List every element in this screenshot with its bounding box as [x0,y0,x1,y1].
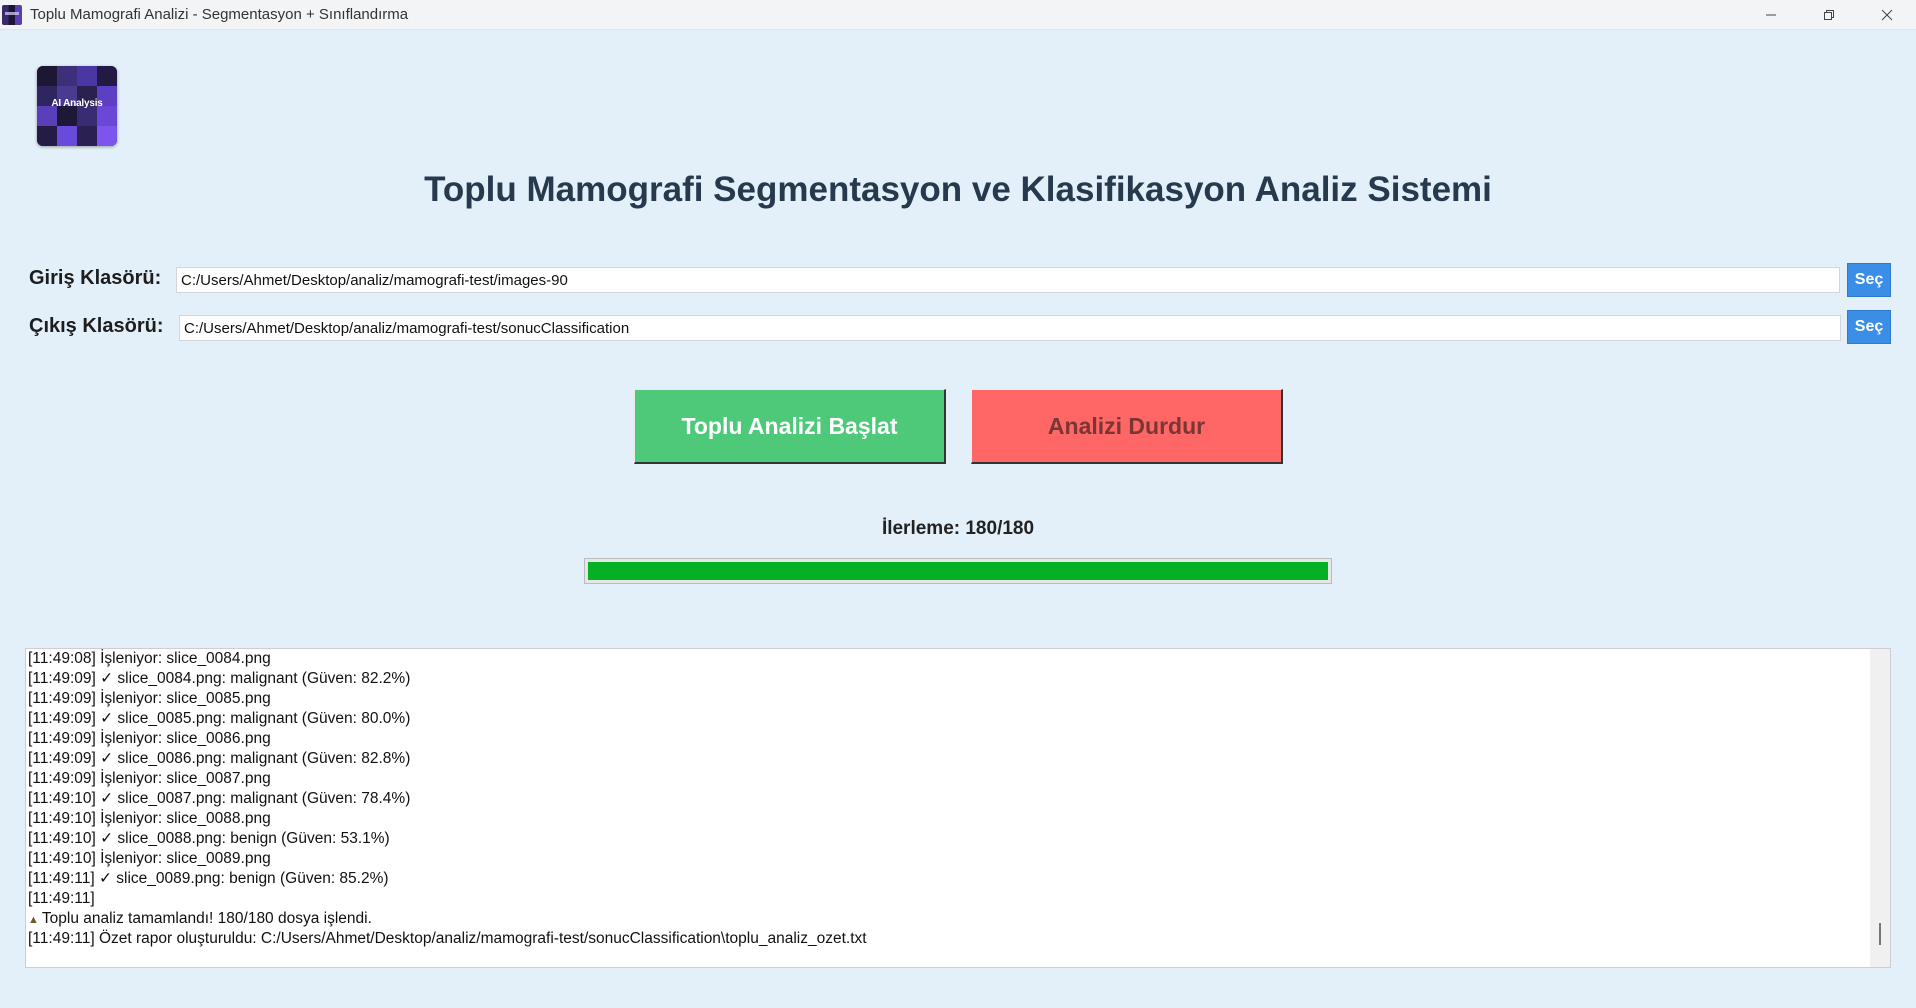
log-line: [11:49:09] ✓ slice_0085.png: malignant (… [28,710,411,727]
log-line: [11:49:11] Özet rapor oluşturuldu: C:/Us… [28,930,867,947]
log-line: [11:49:09] ✓ slice_0086.png: malignant (… [28,750,411,767]
window-title: Toplu Mamografi Analizi - Segmentasyon +… [30,6,409,23]
stop-analysis-button[interactable]: Analizi Durdur [971,389,1283,464]
log-scrollbar[interactable] [1870,649,1890,967]
log-line: ▲ Toplu analiz tamamlandı! 180/180 dosya … [28,910,372,927]
app-icon [2,4,22,25]
output-folder-label: Çıkış Klasörü: [29,315,164,337]
celebration-icon: ▲ [28,914,39,926]
minimize-icon[interactable] [1742,0,1800,29]
input-folder-label: Giriş Klasörü: [29,267,162,289]
log-line: [11:49:09] İşleniyor: slice_0085.png [28,690,271,707]
log-line: [11:49:10] ✓ slice_0087.png: malignant (… [28,790,411,807]
progress-label: İlerleme: 180/180 [881,518,1035,539]
input-folder-field[interactable] [176,267,1840,293]
progress-bar [584,558,1332,584]
progress-bar-fill [588,562,1328,580]
log-lines: [11:49:08] İşleniyor: slice_0084.png [11:… [28,649,867,949]
logo-text: AI Analysis [51,98,103,109]
close-icon[interactable] [1858,0,1916,29]
window-controls [1742,0,1916,29]
log-line: [11:49:10] ✓ slice_0088.png: benign (Güv… [28,830,390,847]
input-folder-select-button[interactable]: Seç [1847,263,1891,297]
app-logo: AI Analysis [37,66,117,146]
log-line: [11:49:11] ✓ slice_0089.png: benign (Güv… [28,870,389,887]
log-line: [11:49:09] İşleniyor: slice_0087.png [28,770,271,787]
output-folder-select-button[interactable]: Seç [1847,310,1891,344]
log-line: [11:49:10] İşleniyor: slice_0088.png [28,810,271,827]
restore-icon[interactable] [1800,0,1858,29]
window-titlebar: Toplu Mamografi Analizi - Segmentasyon +… [0,0,1916,30]
page-title: Toplu Mamografi Segmentasyon ve Klasifik… [424,170,1492,209]
log-line: [11:49:08] İşleniyor: slice_0084.png [28,650,271,667]
log-line: [11:49:09] İşleniyor: slice_0086.png [28,730,271,747]
log-scroll-thumb[interactable] [1879,923,1881,945]
log-line: [11:49:09] ✓ slice_0084.png: malignant (… [28,670,411,687]
output-folder-field[interactable] [179,315,1841,341]
start-batch-analysis-button[interactable]: Toplu Analizi Başlat [634,389,946,464]
log-line: [11:49:10] İşleniyor: slice_0089.png [28,850,271,867]
log-panel[interactable]: [11:49:08] İşleniyor: slice_0084.png [11:… [25,648,1891,968]
log-line: [11:49:11] [28,890,95,907]
